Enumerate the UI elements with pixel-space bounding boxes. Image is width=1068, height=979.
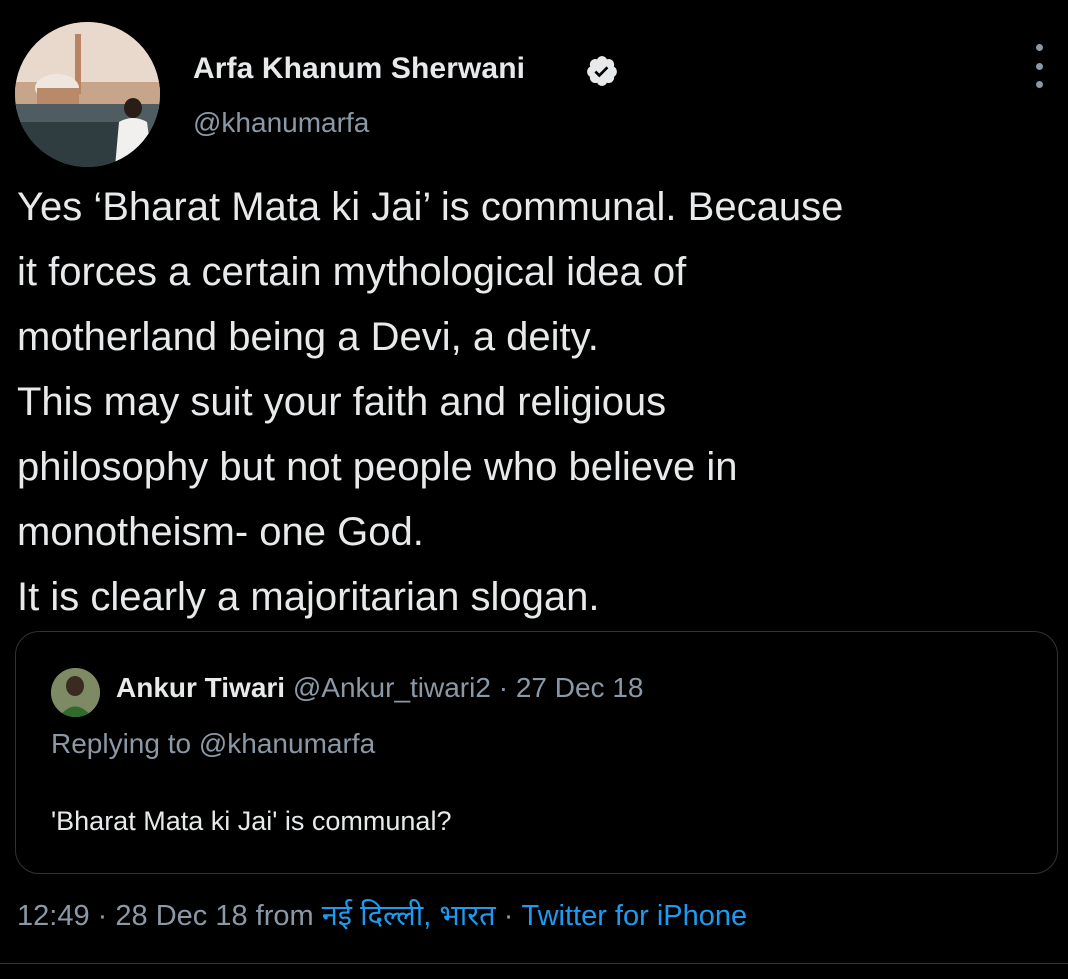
tweet-text-line: Yes ‘Bharat Mata ki Jai’ is communal. Be… xyxy=(17,185,844,229)
divider xyxy=(0,963,1068,964)
tweet-time[interactable]: 12:49 xyxy=(17,900,90,932)
verified-badge-icon xyxy=(587,56,617,86)
more-dot xyxy=(1035,44,1043,51)
tweet-source-link[interactable]: Twitter for iPhone xyxy=(521,900,747,932)
tweet-metadata: 12:49 · 28 Dec 18 from नई दिल्ली, भारत ·… xyxy=(17,895,747,934)
quoted-author-handle[interactable]: @Ankur_tiwari2 xyxy=(293,672,491,703)
quoted-avatar-image xyxy=(51,668,100,717)
quoted-author-name[interactable]: Ankur Tiwari xyxy=(116,672,285,703)
quoted-header: Ankur Tiwari @Ankur_tiwari2 · 27 Dec 18 xyxy=(116,672,643,704)
more-options-icon[interactable] xyxy=(1024,44,1054,88)
quoted-author-avatar[interactable] xyxy=(51,668,100,717)
footer-separator: · xyxy=(97,900,108,932)
tweet-text-line: It is clearly a majoritarian slogan. xyxy=(17,575,600,619)
tweet-text-line: philosophy but not people who believe in xyxy=(17,445,738,489)
from-label: from xyxy=(255,900,314,932)
author-avatar[interactable] xyxy=(15,22,160,167)
more-dot xyxy=(1035,81,1043,88)
author-name[interactable]: Arfa Khanum Sherwani xyxy=(193,52,525,86)
author-handle[interactable]: @khanumarfa xyxy=(193,107,369,139)
tweet-text-line: monotheism- one God. xyxy=(17,510,424,554)
quoted-tweet[interactable]: Ankur Tiwari @Ankur_tiwari2 · 27 Dec 18 … xyxy=(15,631,1058,874)
quoted-date[interactable]: 27 Dec 18 xyxy=(516,672,644,703)
tweet: Arfa Khanum Sherwani @khanumarfa Yes ‘Bh… xyxy=(0,0,1068,979)
tweet-text-line: This may suit your faith and religious xyxy=(17,380,667,424)
tweet-date[interactable]: 28 Dec 18 xyxy=(115,900,247,932)
tweet-text-line: motherland being a Devi, a deity. xyxy=(17,315,599,359)
tweet-text: Yes ‘Bharat Mata ki Jai’ is communal. Be… xyxy=(17,175,1057,630)
tweet-text-line: it forces a certain mythological idea of xyxy=(17,250,687,294)
avatar-image xyxy=(15,22,160,167)
quoted-replying-to: Replying to @khanumarfa xyxy=(51,728,376,759)
more-dot xyxy=(1035,62,1043,70)
tweet-location-link[interactable]: नई दिल्ली, भारत xyxy=(322,900,496,932)
quoted-separator: · xyxy=(498,672,509,703)
quoted-text: 'Bharat Mata ki Jai' is communal? xyxy=(51,806,452,836)
footer-separator: · xyxy=(503,900,514,932)
